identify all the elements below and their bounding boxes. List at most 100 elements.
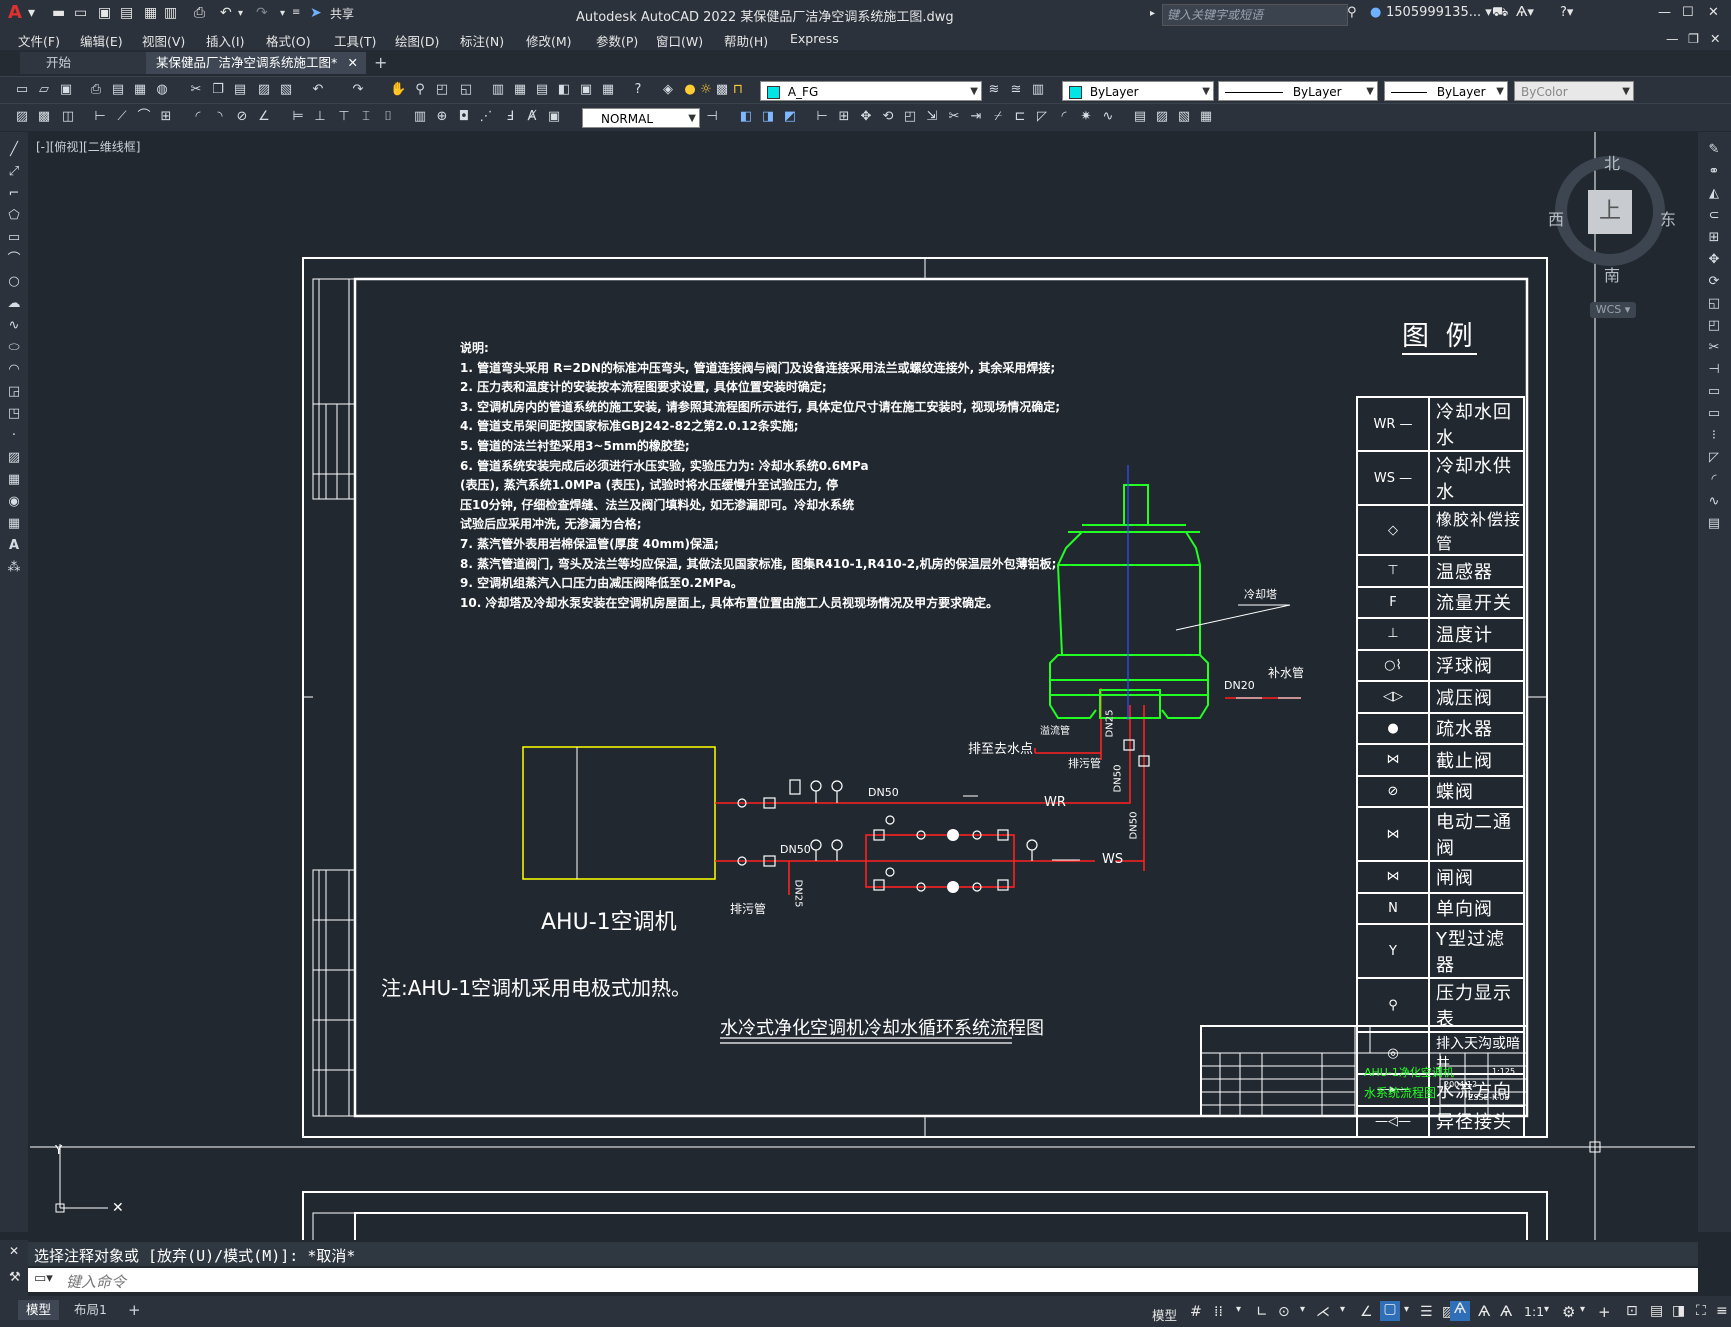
fillet-icon[interactable]: ◜ <box>1706 472 1722 488</box>
plot-icon[interactable]: ▦ <box>144 5 157 21</box>
help-icon[interactable]: ? <box>630 82 646 98</box>
stretch-icon[interactable]: ◰ <box>1706 318 1722 334</box>
grid-icon[interactable]: # <box>1190 1304 1202 1320</box>
search-icon[interactable]: ⚲ <box>1347 5 1357 20</box>
lineweight-dropdown[interactable]: ByLayer ▼ <box>1384 81 1508 101</box>
revcloud-icon[interactable]: ☁ <box>6 296 22 312</box>
properties-icon[interactable]: ▥ <box>490 82 506 98</box>
join-icon[interactable]: ⁝ <box>1706 428 1722 444</box>
dim-space-icon[interactable]: ⌶ <box>358 109 374 125</box>
workspace-gear-icon[interactable]: ⚙ <box>1562 1303 1575 1321</box>
trim-icon[interactable]: ✂ <box>946 109 962 125</box>
command-input[interactable] <box>28 1268 1698 1292</box>
autodesk-app-icon[interactable]: Ѧ▾ <box>1516 5 1534 20</box>
layer-vp-icon[interactable]: ▩ <box>714 82 730 98</box>
annotation-scale-icon[interactable]: Ѧ <box>1500 1304 1512 1320</box>
dimstyle-icon[interactable]: ⊣ <box>704 109 720 125</box>
arc-length-icon[interactable]: ⌒ <box>136 109 152 125</box>
open-file-icon[interactable]: ▭ <box>74 5 87 21</box>
command-customize-icon[interactable]: ⚒ <box>9 1270 21 1285</box>
join-icon[interactable]: ⊏ <box>1012 109 1028 125</box>
layout1-tab[interactable]: 布局1 <box>66 1300 115 1320</box>
search-expand-icon[interactable]: ▸ <box>1150 8 1155 19</box>
publish-icon[interactable]: ▦ <box>132 82 148 98</box>
block-icon[interactable]: ▨ <box>14 109 30 125</box>
redo-dropdown-icon[interactable]: ▾ <box>280 8 285 19</box>
block-editor-icon[interactable]: ▧ <box>278 82 294 98</box>
text-edit-icon[interactable]: ▧ <box>1176 109 1192 125</box>
undo-icon[interactable]: ↶ <box>310 82 326 98</box>
osnap-dropdown-icon[interactable]: ▾ <box>1404 1304 1409 1315</box>
center-mark-icon[interactable]: ⊕ <box>434 109 450 125</box>
radius-dim-icon[interactable]: ◜ <box>190 109 206 125</box>
region-icon[interactable]: ◉ <box>6 494 22 510</box>
plot-icon[interactable]: ⎙ <box>88 82 104 98</box>
menu-draw[interactable]: 绘图(D) <box>395 31 439 50</box>
jogged-linear-icon[interactable]: ⋰ <box>478 109 494 125</box>
erase-icon[interactable]: ✎ <box>1706 142 1722 158</box>
scale-icon[interactable]: ◰ <box>902 109 918 125</box>
blend-icon[interactable]: ∿ <box>1706 494 1722 510</box>
help-icon[interactable]: ?▾ <box>1560 5 1573 20</box>
construction-line-icon[interactable]: ⤢ <box>6 164 22 180</box>
dim-update-icon[interactable]: ▣ <box>546 109 562 125</box>
customize-qat-icon[interactable]: ≡ <box>292 7 300 18</box>
units-icon[interactable]: ⊡ <box>1626 1303 1638 1319</box>
move-icon[interactable]: ✥ <box>1706 252 1722 268</box>
menu-format[interactable]: 格式(O) <box>266 31 311 50</box>
share-icon[interactable]: ➤ <box>310 5 322 21</box>
quick-dim-icon[interactable]: ⊨ <box>290 109 306 125</box>
object-track-icon[interactable]: ∠ <box>1360 1304 1373 1320</box>
redo-icon[interactable]: ↷ <box>350 82 366 98</box>
dimstyle-dropdown[interactable]: NORMAL ▼ <box>582 108 700 128</box>
menu-edit[interactable]: 编辑(E) <box>80 31 123 50</box>
viewcube-top-face[interactable]: 上 <box>1588 190 1632 234</box>
model-space-button[interactable]: 模型 <box>1152 1305 1177 1324</box>
rotate-icon[interactable]: ⟲ <box>880 109 896 125</box>
tab-close-icon[interactable]: ✕ <box>348 52 358 74</box>
copy-icon[interactable]: ❐ <box>210 82 226 98</box>
compass-east[interactable]: 东 <box>1660 206 1676 230</box>
open-icon[interactable]: ▱ <box>36 82 52 98</box>
mirror-icon[interactable]: ◭ <box>1706 186 1722 202</box>
array-icon[interactable]: ⊞ <box>1706 230 1722 246</box>
spline-icon[interactable]: ∿ <box>6 318 22 334</box>
scale-dropdown-icon[interactable]: ▾ <box>1544 1304 1549 1315</box>
user-icon[interactable]: ● <box>1370 5 1381 20</box>
table-icon[interactable]: ▦ <box>6 516 22 532</box>
pan-icon[interactable]: ✋ <box>390 82 406 98</box>
jogged-dim-icon[interactable]: ◝ <box>212 109 228 125</box>
extend-icon[interactable]: ⇥ <box>968 109 984 125</box>
menu-parametric[interactable]: 参数(P) <box>596 31 638 50</box>
layer-properties-icon[interactable]: ◈ <box>660 82 676 98</box>
lineweight-icon[interactable]: ☰ <box>1420 1304 1433 1320</box>
doc-close-icon[interactable]: ✕ <box>1710 31 1720 46</box>
baseline-dim-icon[interactable]: ⊥ <box>312 109 328 125</box>
break-icon[interactable]: ▭ <box>1706 406 1722 422</box>
explode-icon[interactable]: ▤ <box>1706 516 1722 532</box>
continue-dim-icon[interactable]: ⊤ <box>336 109 352 125</box>
line-icon[interactable]: ╱ <box>6 142 22 158</box>
gradient-icon[interactable]: ▦ <box>6 472 22 488</box>
close-button[interactable]: ✕ <box>1708 5 1719 20</box>
dim-break-icon[interactable]: ⌷ <box>380 109 396 125</box>
menu-tools[interactable]: 工具(T) <box>334 31 376 50</box>
tab-document[interactable]: 某保健品厂洁净空调系统施工图* ✕ <box>146 52 366 74</box>
sheet-set-icon[interactable]: ◧ <box>556 82 572 98</box>
compass-west[interactable]: 西 <box>1548 206 1564 230</box>
menu-window[interactable]: 窗口(W) <box>656 31 703 50</box>
rectangle-icon[interactable]: ▭ <box>6 230 22 246</box>
quick-properties-icon[interactable]: ▤ <box>1650 1303 1663 1319</box>
polyline-icon[interactable]: ⌐ <box>6 186 22 202</box>
app-menu-chevron-icon[interactable]: ▾ <box>28 5 35 21</box>
dim-text-edit-icon[interactable]: Ⱥ <box>524 109 540 125</box>
polygon-icon[interactable]: ⬠ <box>6 208 22 224</box>
save-icon[interactable]: ▣ <box>98 5 111 21</box>
rotate-icon[interactable]: ⟳ <box>1706 274 1722 290</box>
move-icon[interactable]: ✥ <box>858 109 874 125</box>
insert-block-icon[interactable]: ◲ <box>6 384 22 400</box>
chamfer-icon[interactable]: ◸ <box>1706 450 1722 466</box>
hatch-edit-icon[interactable]: ▨ <box>1154 109 1170 125</box>
paste-icon[interactable]: ▤ <box>232 82 248 98</box>
zoom-previous-icon[interactable]: ◱ <box>458 82 474 98</box>
